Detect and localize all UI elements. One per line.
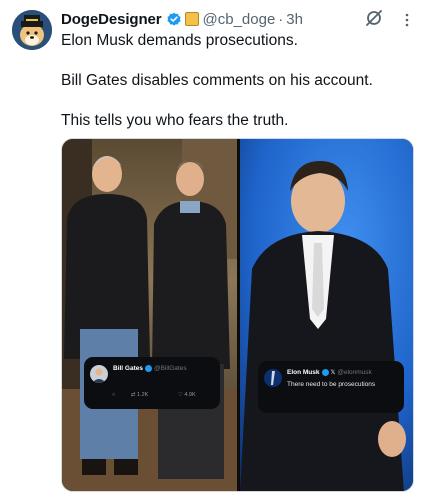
card-left-name-text: Bill Gates xyxy=(113,365,143,373)
doge-avatar-icon xyxy=(12,10,52,50)
card-avatar-left xyxy=(90,365,108,383)
tweet-line-1: Elon Musk demands prosecutions. xyxy=(61,32,298,49)
card-retweets: ⇄ 1.2K xyxy=(130,392,149,398)
card-like-count: 4.9K xyxy=(184,392,196,398)
card-left-verified-icon xyxy=(144,365,152,372)
tweet-text: Elon Musk demands prosecutions. Bill Gat… xyxy=(61,31,416,131)
card-right-handle: @elonmusk xyxy=(337,369,372,377)
tweet-line-2: Bill Gates disables comments on his acco… xyxy=(61,72,373,89)
card-avatar-right xyxy=(264,369,282,387)
tweet-timestamp[interactable]: 3h xyxy=(286,11,303,28)
tweet-media-image[interactable]: Bill Gates @BillGates ○ ⇄ 1.2K ♡ 4.9K Elo… xyxy=(61,138,414,492)
card-name-right: Elon Musk 𝕏 @elonmusk xyxy=(287,369,372,376)
author-name[interactable]: DogeDesigner xyxy=(61,11,162,28)
embedded-tweet-card-right: Elon Musk 𝕏 @elonmusk There need to be pro… xyxy=(258,361,404,413)
media-photo xyxy=(62,139,413,491)
card-right-verified-icon xyxy=(321,369,329,376)
card-right-name-text: Elon Musk xyxy=(287,369,320,377)
card-text-right: There need to be prosecutions xyxy=(287,381,376,388)
card-stats-left: ○ ⇄ 1.2K ♡ 4.9K xyxy=(112,392,224,398)
card-reply-icon: ○ xyxy=(112,392,116,398)
embedded-tweet-card-left: Bill Gates @BillGates ○ ⇄ 1.2K ♡ 4.9K xyxy=(84,357,220,409)
verified-badge-icon[interactable] xyxy=(166,11,182,27)
tweet-line-3: This tells you who fears the truth. xyxy=(61,112,289,129)
card-left-handle: @BillGates xyxy=(153,365,187,373)
affiliate-badge-icon[interactable] xyxy=(184,12,199,26)
card-retweet-count: 1.2K xyxy=(137,392,149,398)
card-name-left: Bill Gates @BillGates xyxy=(113,365,187,372)
tweet-header: DogeDesigner @cb_doge · 3h xyxy=(61,8,414,30)
card-right-x-icon: 𝕏 xyxy=(330,370,336,376)
more-options-icon[interactable] xyxy=(400,9,414,29)
author-handle[interactable]: @cb_doge xyxy=(203,11,276,28)
author-avatar[interactable] xyxy=(12,10,52,50)
card-likes: ♡ 4.9K xyxy=(177,392,196,398)
separator-dot: · xyxy=(278,10,284,28)
grok-icon[interactable] xyxy=(364,8,384,28)
